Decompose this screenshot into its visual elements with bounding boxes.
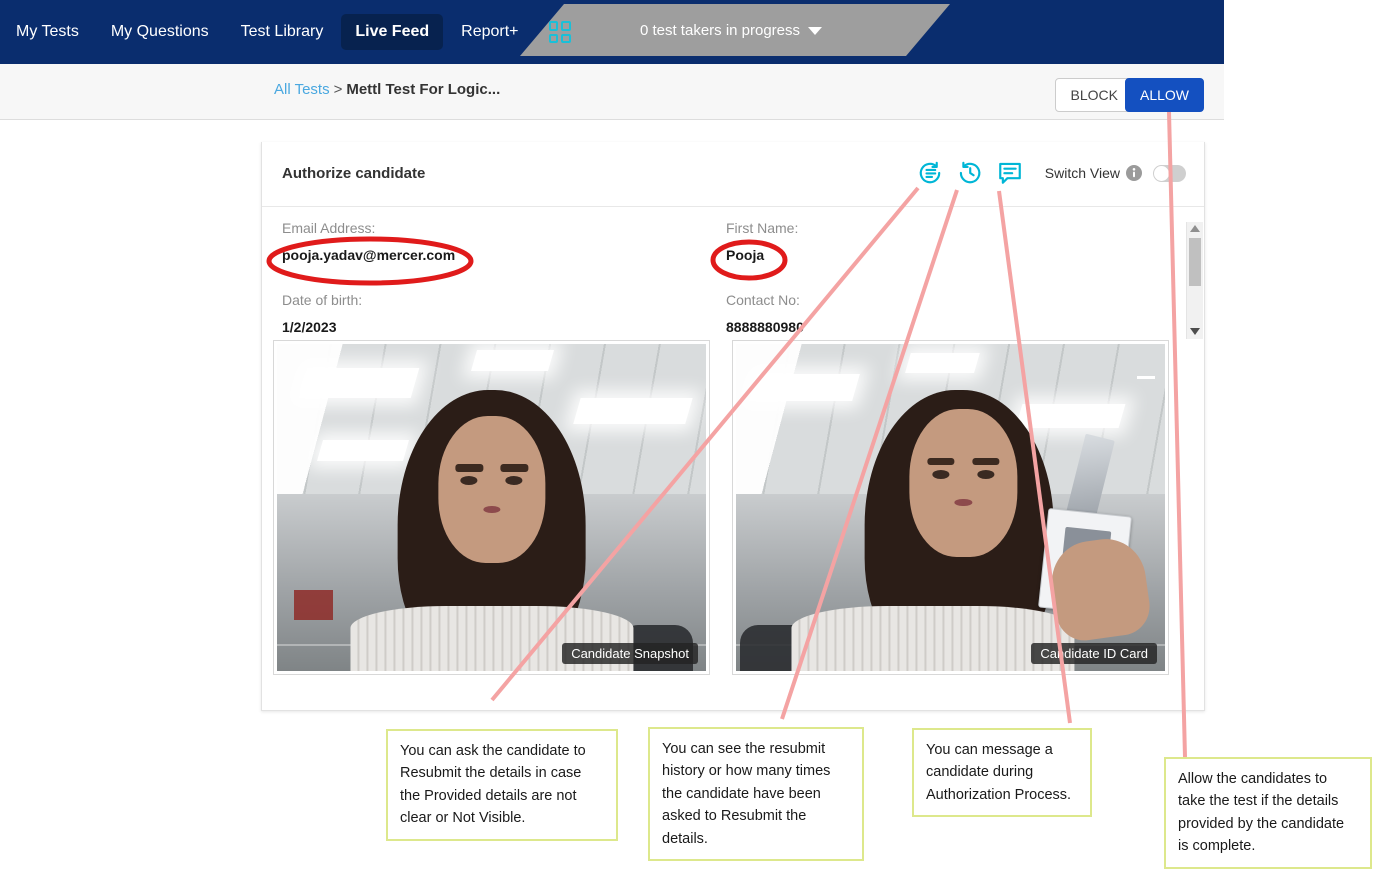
candidate-snapshot-image: Candidate Snapshot [277,344,706,671]
callout-resubmit: You can ask the candidate to Resubmit th… [386,729,618,841]
field-value-first-name: Pooja [726,247,765,263]
field-value-email-address: pooja.yadav@mercer.com [282,247,456,263]
switch-view-label: Switch View [1044,165,1120,181]
candidate-figure [277,344,706,671]
breadcrumb: All Tests > Mettl Test For Logic... [274,81,500,98]
screenshot-root: 0 test takers in progress My Tests My Qu… [0,0,1391,874]
candidate-snapshot-frame[interactable]: Candidate Snapshot [273,340,710,675]
field-date-of-birth: Date of birth: 1/2/2023 [282,292,362,335]
eye [977,469,995,479]
page-title: Authorize candidate [282,165,426,182]
nav-item-test-library[interactable]: Test Library [227,14,338,50]
face [909,409,1017,557]
block-button[interactable]: BLOCK [1054,78,1134,112]
candidate-snapshot-caption: Candidate Snapshot [562,643,698,664]
field-label-first-name: First Name: [726,220,799,236]
field-label-contact-no: Contact No: [726,292,800,308]
apps-grid-icon[interactable] [548,21,571,43]
breadcrumb-all-tests-link[interactable]: All Tests [274,81,330,98]
candidate-id-card-frame[interactable]: Candidate ID Card [732,340,1169,675]
card-header-tools: Switch View [917,160,1186,186]
breadcrumb-current-test: Mettl Test For Logic... [346,81,501,98]
eye [505,476,523,486]
eye [932,469,950,479]
test-takers-in-progress-banner[interactable]: 0 test takers in progress [520,4,950,56]
message-candidate-icon[interactable] [997,160,1023,186]
lips [482,505,501,514]
candidate-id-card-caption: Candidate ID Card [1031,643,1157,664]
top-navigation-bar: 0 test takers in progress My Tests My Qu… [0,0,1224,64]
breadcrumb-bar: All Tests > Mettl Test For Logic... BLOCK … [0,64,1224,120]
apps-grid-cell [548,33,559,43]
scrollbar-thumb[interactable] [1189,238,1201,286]
callout-message-candidate: You can message a candidate during Autho… [912,728,1092,818]
apps-grid-cell [561,33,571,43]
field-value-date-of-birth: 1/2/2023 [282,319,337,335]
eyebrow [455,464,483,472]
resubmit-history-icon[interactable] [957,160,983,186]
scroll-up-arrow-icon[interactable] [1190,225,1200,232]
test-takers-in-progress-label: 0 test takers in progress [639,21,801,39]
apps-grid-cell [548,21,559,31]
candidate-figure [736,344,1165,671]
eyebrow [926,457,955,466]
eyebrow [971,457,1000,466]
switch-view-toggle[interactable] [1153,164,1186,182]
resubmit-request-icon[interactable] [917,160,943,186]
face [437,415,546,564]
nav-items: My Tests My Questions Test Library Live … [0,0,575,64]
scroll-down-arrow-icon[interactable] [1190,328,1200,335]
card-header: Authorize candidate Switch View [262,142,1204,207]
details-scrollbar[interactable] [1186,222,1203,339]
nav-item-live-feed[interactable]: Live Feed [341,14,444,50]
apps-grid-cell [561,21,571,31]
breadcrumb-separator: > [333,81,343,98]
eyebrow [500,464,528,472]
nav-item-report-plus[interactable]: Report+ [447,14,532,50]
lips [954,499,972,507]
field-first-name: First Name: Pooja [726,220,798,263]
chevron-down-icon [808,27,823,35]
info-icon[interactable] [1126,165,1142,181]
field-email-address: Email Address: pooja.yadav@mercer.com [282,220,455,263]
authorize-candidate-card: Authorize candidate Switch View Email Ad… [261,142,1205,711]
field-label-email-address: Email Address: [282,220,376,236]
field-label-date-of-birth: Date of birth: [282,292,363,308]
field-contact-no: Contact No: 8888880980 [726,292,804,335]
callout-resubmit-history: You can see the resubmit history or how … [648,727,864,862]
field-value-contact-no: 8888880980 [726,319,804,335]
callout-allow: Allow the candidates to take the test if… [1164,757,1372,869]
eye [460,476,478,486]
video-handle-bar [1137,376,1155,379]
candidate-id-card-image: Candidate ID Card [736,344,1165,671]
allow-button[interactable]: ALLOW [1124,78,1204,112]
nav-item-my-tests[interactable]: My Tests [2,14,93,50]
nav-item-my-questions[interactable]: My Questions [97,14,223,50]
toggle-knob [1154,165,1169,181]
